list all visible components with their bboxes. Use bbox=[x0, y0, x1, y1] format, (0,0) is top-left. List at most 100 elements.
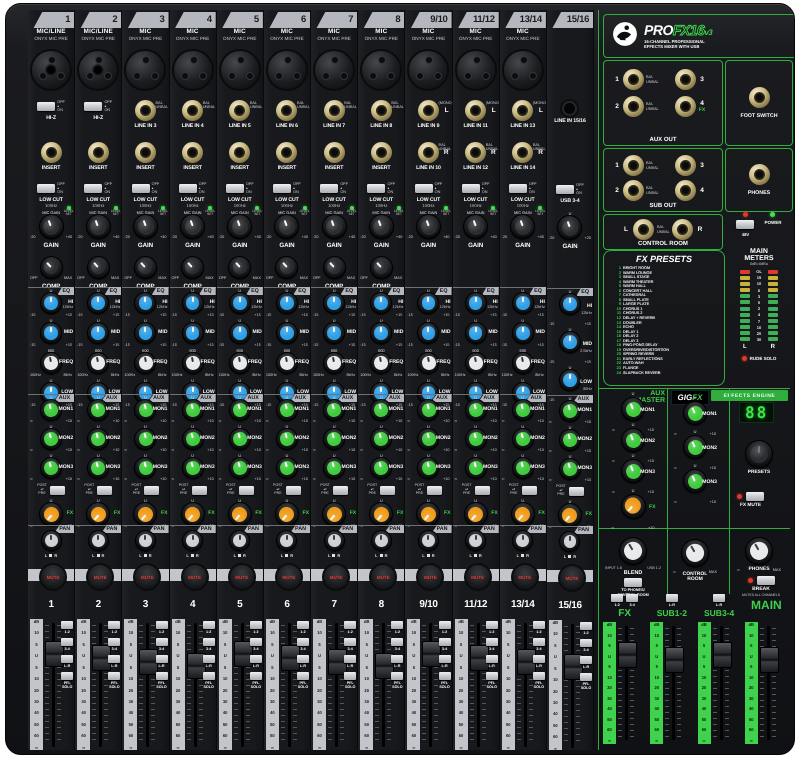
low-cut-switch[interactable] bbox=[367, 183, 386, 193]
routing-button[interactable] bbox=[61, 621, 74, 629]
mute-button[interactable]: MUTE bbox=[416, 563, 445, 591]
mute-button[interactable]: MUTE bbox=[369, 563, 398, 591]
usb-3-4-switch[interactable] bbox=[556, 184, 575, 194]
eq-mid-knob[interactable] bbox=[417, 322, 440, 344]
aux-fx-knob[interactable] bbox=[227, 502, 252, 526]
post-pre-switch[interactable] bbox=[474, 485, 490, 495]
eq-mid-knob[interactable] bbox=[370, 322, 393, 344]
routing-button[interactable] bbox=[108, 638, 121, 646]
routing-button[interactable] bbox=[532, 638, 545, 646]
to-phones-switch[interactable] bbox=[624, 578, 642, 587]
pan-knob[interactable] bbox=[512, 530, 534, 551]
fader-slot[interactable] bbox=[570, 624, 574, 748]
blend-knob[interactable] bbox=[619, 537, 647, 565]
hi-z-switch[interactable] bbox=[84, 101, 103, 111]
low-cut-switch[interactable] bbox=[131, 183, 150, 193]
routing-button[interactable] bbox=[202, 638, 215, 646]
aux-fx-knob[interactable] bbox=[86, 502, 111, 526]
routing-button[interactable] bbox=[202, 621, 215, 629]
post-pre-switch[interactable] bbox=[144, 485, 160, 495]
pan-knob[interactable] bbox=[87, 530, 109, 551]
routing-button[interactable] bbox=[391, 672, 404, 680]
phones-knob[interactable] bbox=[745, 537, 773, 565]
pan-knob[interactable] bbox=[559, 531, 581, 552]
fader-slot[interactable] bbox=[99, 623, 103, 747]
routing-button[interactable] bbox=[485, 621, 498, 629]
pan-knob[interactable] bbox=[276, 530, 298, 551]
routing-button[interactable] bbox=[485, 672, 498, 680]
routing-button[interactable] bbox=[438, 672, 451, 680]
comp-knob[interactable] bbox=[228, 256, 252, 279]
aux-fx-knob[interactable] bbox=[322, 502, 347, 526]
eq-mid-knob[interactable] bbox=[87, 322, 110, 344]
routing-button[interactable] bbox=[344, 638, 357, 646]
routing-button[interactable] bbox=[580, 622, 593, 630]
hi-z-switch[interactable] bbox=[37, 101, 56, 111]
eq-hi-knob[interactable] bbox=[228, 292, 251, 314]
routing-button[interactable] bbox=[438, 655, 451, 663]
low-cut-switch[interactable] bbox=[178, 183, 197, 193]
post-pre-switch[interactable] bbox=[521, 485, 537, 495]
routing-button[interactable] bbox=[297, 672, 310, 680]
mute-button[interactable]: MUTE bbox=[133, 563, 162, 591]
routing-button[interactable] bbox=[297, 638, 310, 646]
eq-mid-knob[interactable] bbox=[323, 322, 346, 344]
low-cut-switch[interactable] bbox=[37, 183, 56, 193]
aux-fx-knob[interactable] bbox=[463, 502, 488, 526]
comp-knob[interactable] bbox=[133, 256, 157, 279]
routing-button[interactable] bbox=[485, 655, 498, 663]
low-cut-switch[interactable] bbox=[320, 183, 339, 193]
pan-knob[interactable] bbox=[40, 530, 62, 551]
routing-button[interactable] bbox=[532, 672, 545, 680]
routing-button[interactable] bbox=[249, 672, 262, 680]
mute-button[interactable]: MUTE bbox=[227, 563, 256, 591]
comp-knob[interactable] bbox=[39, 256, 63, 279]
routing-button[interactable] bbox=[438, 621, 451, 629]
post-pre-switch[interactable] bbox=[568, 486, 584, 496]
gain-knob[interactable] bbox=[38, 214, 64, 239]
gain-knob[interactable] bbox=[274, 214, 300, 239]
routing-button[interactable] bbox=[155, 621, 168, 629]
routing-button[interactable] bbox=[249, 655, 262, 663]
routing-button[interactable] bbox=[155, 638, 168, 646]
mute-button[interactable]: MUTE bbox=[180, 563, 209, 591]
routing-button[interactable] bbox=[108, 621, 121, 629]
eq-hi-knob[interactable] bbox=[323, 292, 346, 314]
eq-mid-knob[interactable] bbox=[558, 331, 581, 353]
low-cut-switch[interactable] bbox=[273, 183, 292, 193]
routing-button[interactable] bbox=[438, 638, 451, 646]
pan-knob[interactable] bbox=[465, 530, 487, 551]
post-pre-switch[interactable] bbox=[427, 485, 443, 495]
pan-knob[interactable] bbox=[370, 530, 392, 551]
eq-hi-knob[interactable] bbox=[181, 292, 204, 314]
eq-mid-knob[interactable] bbox=[275, 322, 298, 344]
eq-hi-knob[interactable] bbox=[511, 292, 534, 314]
routing-button[interactable] bbox=[202, 672, 215, 680]
mute-button[interactable]: MUTE bbox=[86, 563, 115, 591]
post-pre-switch[interactable] bbox=[238, 485, 254, 495]
routing-button[interactable] bbox=[249, 621, 262, 629]
post-pre-switch[interactable] bbox=[380, 485, 396, 495]
low-cut-switch[interactable] bbox=[461, 183, 480, 193]
mute-button[interactable]: MUTE bbox=[463, 563, 492, 591]
control-room-knob[interactable] bbox=[681, 539, 709, 567]
master-routing-button[interactable] bbox=[713, 594, 726, 602]
pan-knob[interactable] bbox=[182, 530, 204, 551]
comp-knob[interactable] bbox=[369, 256, 393, 279]
aux-fx-knob[interactable] bbox=[510, 502, 535, 526]
routing-button[interactable] bbox=[485, 638, 498, 646]
eq-hi-knob[interactable] bbox=[464, 292, 487, 314]
routing-button[interactable] bbox=[61, 672, 74, 680]
pan-knob[interactable] bbox=[323, 530, 345, 551]
fader-slot[interactable] bbox=[766, 626, 770, 740]
gain-knob[interactable] bbox=[415, 214, 441, 239]
eq-mid-knob[interactable] bbox=[40, 322, 63, 344]
break-switch[interactable] bbox=[756, 576, 775, 585]
fader-slot[interactable] bbox=[672, 626, 676, 740]
fader-cap[interactable] bbox=[712, 642, 732, 668]
fader-slot[interactable] bbox=[335, 623, 339, 747]
eq-hi-knob[interactable] bbox=[417, 292, 440, 314]
routing-button[interactable] bbox=[297, 621, 310, 629]
aux-fx-knob[interactable] bbox=[369, 502, 394, 526]
eq-mid-knob[interactable] bbox=[464, 322, 487, 344]
